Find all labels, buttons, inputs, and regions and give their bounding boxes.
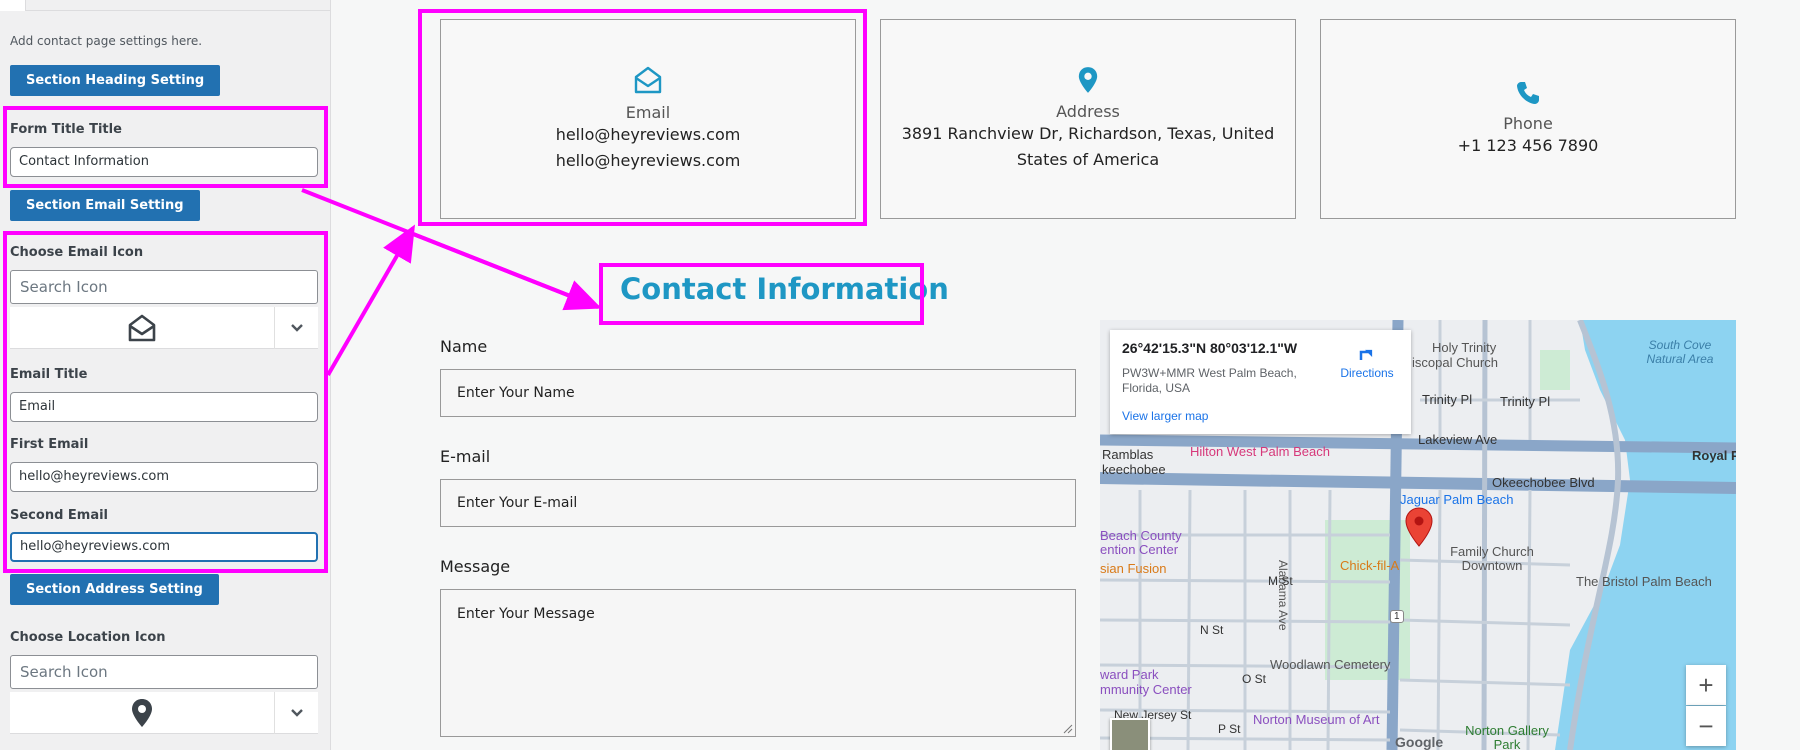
- map-marker-icon[interactable]: [1405, 507, 1433, 547]
- email-label: E-mail: [440, 447, 491, 466]
- map-label-keechobee: keechobee: [1102, 462, 1166, 477]
- phone-card-line-1: +1 123 456 7890: [1457, 135, 1599, 155]
- map-label-episcopal: iscopal Church: [1412, 355, 1498, 370]
- directions-button[interactable]: Directions: [1334, 342, 1400, 380]
- map-label-family-church: Family Church Downtown: [1450, 544, 1534, 573]
- view-larger-map-link[interactable]: View larger map: [1122, 409, 1208, 423]
- map-label-jaguar: Jaguar Palm Beach: [1400, 492, 1514, 507]
- address-card-line-1: 3891 Ranchview Dr, Richardson, Texas, Un…: [901, 123, 1275, 143]
- message-label: Message: [440, 557, 511, 576]
- map-label-asian-fusion: sian Fusion: [1100, 561, 1167, 576]
- map-layer-toggle[interactable]: [1110, 718, 1150, 750]
- section-address-setting-button[interactable]: Section Address Setting: [10, 574, 219, 605]
- map-info-card: 26°42'15.3"N 80°03'12.1"W PW3W+MMR West …: [1110, 330, 1411, 434]
- map-label-m-st: M St: [1268, 574, 1293, 588]
- annotation-box-email-card: [418, 9, 867, 226]
- location-icon-preview: [10, 692, 275, 734]
- map-label-norton-gallery: Norton Gallery Park: [1465, 723, 1549, 750]
- map-label-lakeview: Lakeview Ave: [1418, 432, 1498, 447]
- map-address: PW3W+MMR West Palm Beach, Florida, USA: [1122, 366, 1297, 395]
- map-coordinates: 26°42'15.3"N 80°03'12.1"W: [1122, 340, 1298, 356]
- phone-card-title: Phone: [1503, 113, 1553, 133]
- map-label-holy-trinity: Holy Trinity: [1432, 340, 1497, 355]
- map-label-okeechobee: Okeechobee Blvd: [1492, 475, 1595, 490]
- map-label-o-st: O St: [1242, 672, 1267, 686]
- section-email-setting-button[interactable]: Section Email Setting: [10, 190, 200, 221]
- address-card-title: Address: [1056, 101, 1120, 121]
- map-label-bristol: The Bristol Palm Beach: [1576, 574, 1712, 589]
- map-label-norton-museum: Norton Museum of Art: [1253, 712, 1380, 727]
- location-icon-dropdown[interactable]: [275, 692, 318, 734]
- map-label-royal: Royal P: [1692, 448, 1736, 463]
- map-pin-icon: [1078, 66, 1098, 93]
- message-placeholder: Enter Your Message: [457, 606, 595, 622]
- sidebar-tab-bar: [0, 0, 331, 11]
- map-label-south-cove: South Cove Natural Area: [1646, 338, 1714, 366]
- map-label-ramblas: Ramblas: [1102, 447, 1154, 462]
- map-label-p-st: P St: [1218, 722, 1241, 736]
- map-pin-icon: [132, 699, 152, 727]
- directions-icon: [1359, 349, 1373, 360]
- section-description: Add contact page settings here.: [10, 34, 203, 48]
- resize-handle-icon[interactable]: [1063, 724, 1073, 734]
- choose-location-icon-label: Choose Location Icon: [10, 630, 166, 645]
- location-icon-picker[interactable]: [10, 692, 318, 734]
- message-textarea[interactable]: Enter Your Message: [440, 589, 1076, 737]
- zoom-out-button[interactable]: −: [1686, 706, 1726, 746]
- phone-card: Phone +1 123 456 7890: [1320, 19, 1736, 219]
- location-icon-search-input[interactable]: Search Icon: [10, 655, 318, 689]
- annotation-box-heading: [599, 263, 924, 325]
- zoom-in-button[interactable]: +: [1686, 665, 1726, 705]
- annotation-box-email-settings: [3, 231, 328, 573]
- email-input[interactable]: Enter Your E-mail: [440, 479, 1076, 527]
- directions-label: Directions: [1340, 366, 1394, 380]
- map-label-n-st: N St: [1200, 623, 1224, 637]
- annotation-box-form-title: [3, 106, 328, 188]
- name-label: Name: [440, 337, 488, 356]
- sidebar-tab[interactable]: [0, 0, 26, 11]
- address-card: Address 3891 Ranchview Dr, Richardson, T…: [880, 19, 1296, 219]
- map-label-mmunity-center: mmunity Center: [1100, 682, 1192, 697]
- map-route-shield: 1: [1390, 610, 1404, 623]
- embedded-map[interactable]: 26°42'15.3"N 80°03'12.1"W PW3W+MMR West …: [1100, 320, 1736, 750]
- map-label-woodlawn: Woodlawn Cemetery: [1270, 657, 1391, 672]
- map-label-trinity-pl-1: Trinity Pl: [1422, 392, 1473, 407]
- phone-icon: [1517, 81, 1539, 104]
- map-label-alabama: Alabama Ave: [1276, 560, 1290, 631]
- map-label-ward-park: ward Park: [1100, 667, 1159, 682]
- map-label-beach-county: Beach County: [1100, 528, 1182, 543]
- chevron-down-icon: [290, 709, 303, 717]
- map-label-hilton: Hilton West Palm Beach: [1190, 444, 1330, 459]
- google-logo: Google: [1395, 734, 1444, 750]
- section-heading-setting-button[interactable]: Section Heading Setting: [10, 65, 221, 96]
- map-label-ention-center: ention Center: [1100, 542, 1179, 557]
- address-card-line-2: States of America: [1016, 149, 1160, 169]
- name-input[interactable]: Enter Your Name: [440, 369, 1076, 417]
- map-label-chick-fil-a: Chick-fil-A: [1340, 558, 1400, 573]
- map-label-trinity-pl-2: Trinity Pl: [1500, 394, 1551, 409]
